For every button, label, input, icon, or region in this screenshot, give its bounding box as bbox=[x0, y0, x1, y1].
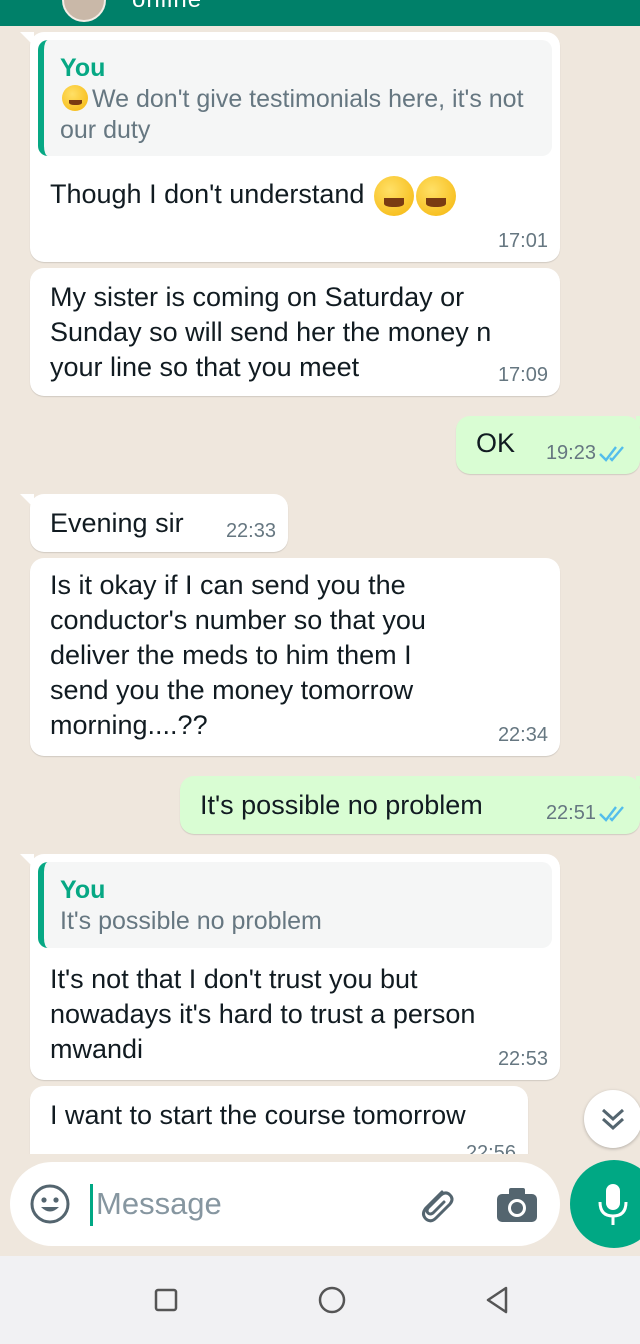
back-icon[interactable] bbox=[480, 1282, 516, 1318]
message-time: 22:53 bbox=[497, 1048, 548, 1070]
mic-button[interactable] bbox=[570, 1160, 640, 1248]
camera-icon[interactable] bbox=[494, 1182, 540, 1226]
message-line: nowadays it's hard to trust a person bbox=[50, 999, 476, 1029]
message-line: deliver the meds to him them I bbox=[50, 640, 412, 670]
message-time: 22:56 bbox=[465, 1142, 516, 1154]
message-line: mwandi bbox=[50, 1034, 144, 1064]
message-input[interactable] bbox=[96, 1182, 396, 1226]
message-line: your line so that you meet bbox=[50, 352, 360, 382]
message-line: Is it okay if I can send you the bbox=[50, 570, 406, 600]
quote-text: We don't give testimonials here, it's no… bbox=[60, 85, 524, 144]
double-check-icon bbox=[599, 806, 624, 822]
text-cursor bbox=[90, 1184, 93, 1226]
microphone-icon bbox=[598, 1184, 628, 1225]
message-time: 22:34 bbox=[497, 724, 548, 746]
message-bubble[interactable]: Evening sir 22:33 bbox=[20, 494, 288, 552]
message-list[interactable]: You We don't give testimonials here, it'… bbox=[0, 26, 640, 1154]
message-line: Sunday so will send her the money n bbox=[50, 317, 492, 347]
message-time: 22:51 bbox=[545, 802, 596, 824]
message-text: Though I don't understand bbox=[50, 179, 365, 210]
home-icon[interactable] bbox=[314, 1282, 350, 1318]
message-bubble[interactable]: It's possible no problem 22:51 bbox=[180, 776, 640, 834]
message-line: conductor's number so that you bbox=[50, 605, 426, 635]
quote-author: You bbox=[60, 54, 106, 82]
rofl-emoji-icon bbox=[415, 176, 456, 216]
message-bubble[interactable]: You We don't give testimonials here, it'… bbox=[20, 32, 560, 262]
double-check-icon bbox=[599, 446, 624, 462]
quote-text: It's possible no problem bbox=[60, 907, 322, 935]
message-time: 19:23 bbox=[545, 442, 596, 464]
rofl-emoji-icon bbox=[373, 176, 414, 216]
scroll-to-bottom-button[interactable] bbox=[584, 1090, 640, 1148]
quoted-message[interactable]: You It's possible no problem bbox=[38, 862, 552, 948]
message-text: It's possible no problem bbox=[200, 790, 483, 820]
smiley-icon[interactable] bbox=[28, 1182, 72, 1226]
double-chevron-down-icon bbox=[601, 1108, 625, 1131]
message-line: It's not that I don't trust you but bbox=[50, 964, 418, 994]
message-line: My sister is coming on Saturday or bbox=[50, 282, 465, 312]
message-time: 17:09 bbox=[497, 364, 548, 386]
message-bubble[interactable]: My sister is coming on Saturday or Sunda… bbox=[30, 268, 560, 396]
message-text: Evening sir bbox=[50, 508, 184, 538]
contact-avatar[interactable] bbox=[62, 0, 106, 22]
paperclip-icon[interactable] bbox=[412, 1180, 460, 1228]
recents-icon[interactable] bbox=[148, 1282, 184, 1318]
message-bubble[interactable]: I want to start the course tomorrow 22:5… bbox=[30, 1086, 528, 1154]
message-text: I want to start the course tomorrow bbox=[50, 1100, 466, 1130]
chat-header: online bbox=[0, 0, 640, 26]
contact-status: online bbox=[132, 0, 202, 14]
system-nav-bar bbox=[0, 1256, 640, 1344]
message-line: send you the money tomorrow bbox=[50, 675, 414, 705]
quote-author: You bbox=[60, 876, 106, 904]
message-time: 17:01 bbox=[497, 230, 548, 252]
message-line: morning....?? bbox=[50, 710, 208, 740]
rofl-emoji-icon bbox=[62, 85, 88, 111]
message-bubble[interactable]: Is it okay if I can send you the conduct… bbox=[30, 558, 560, 756]
message-bubble[interactable]: OK 19:23 bbox=[456, 416, 640, 474]
message-composer bbox=[10, 1162, 560, 1246]
message-bubble[interactable]: You It's possible no problem It's not th… bbox=[20, 854, 560, 1080]
message-text: OK bbox=[476, 428, 516, 458]
quoted-message[interactable]: You We don't give testimonials here, it'… bbox=[38, 40, 552, 156]
message-time: 22:33 bbox=[225, 520, 276, 542]
